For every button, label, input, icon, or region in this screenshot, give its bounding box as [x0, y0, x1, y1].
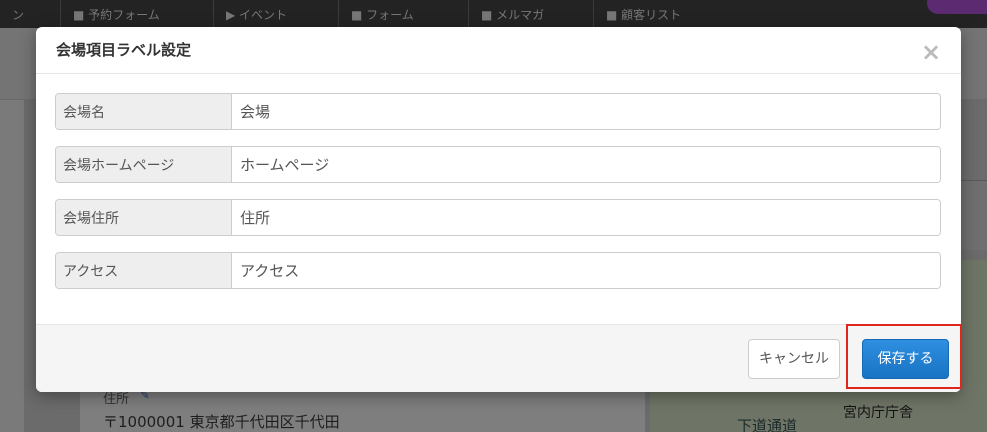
nav-tab-0[interactable]: ン — [0, 0, 60, 28]
dialog-header: 会場項目ラベル設定 × — [36, 27, 961, 74]
nav-tab-customer-list[interactable]: ■ 顧客リスト — [593, 0, 753, 28]
field-label-venue-address: 会場住所 — [56, 200, 232, 235]
field-access: アクセス — [55, 252, 941, 289]
dialog-title: 会場項目ラベル設定 — [56, 41, 192, 59]
background-edit-box — [958, 180, 987, 250]
save-button-highlight — [846, 324, 962, 389]
nav-tab-reservation-form[interactable]: ■ 予約フォーム — [60, 0, 213, 28]
address-value: 〒1000001 東京都千代田区千代田 — [103, 413, 340, 431]
field-label-access: アクセス — [56, 253, 232, 288]
venue-name-input[interactable] — [232, 94, 940, 129]
nav-account-pill[interactable] — [927, 0, 987, 14]
field-venue-homepage: 会場ホームページ — [55, 146, 941, 183]
dialog-body: 会場名 会場ホームページ 会場住所 アクセス — [36, 75, 961, 324]
nav-tab-mail-magazine[interactable]: ■ メルマガ — [468, 0, 593, 28]
nav-tab-event[interactable]: ▶ イベント — [213, 0, 338, 28]
map-label-agency: 宮内庁庁舎 — [843, 405, 913, 421]
venue-homepage-input[interactable] — [232, 147, 940, 182]
venue-address-input[interactable] — [232, 200, 940, 235]
field-venue-address: 会場住所 — [55, 199, 941, 236]
cancel-button[interactable]: キャンセル — [748, 339, 840, 379]
venue-label-settings-dialog: 会場項目ラベル設定 × 会場名 会場ホームページ 会場住所 アクセス キャンセル… — [36, 27, 961, 392]
field-label-venue-name: 会場名 — [56, 94, 232, 129]
access-input[interactable] — [232, 253, 940, 288]
top-navigation-bar: ン ■ 予約フォーム ▶ イベント ■ フォーム ■ メルマガ ■ 顧客リスト — [0, 0, 987, 28]
map-label-road: 下道通道 — [737, 417, 798, 432]
close-icon[interactable]: × — [921, 40, 941, 64]
nav-tab-form[interactable]: ■ フォーム — [338, 0, 468, 28]
field-label-venue-homepage: 会場ホームページ — [56, 147, 232, 182]
field-venue-name: 会場名 — [55, 93, 941, 130]
dialog-footer: キャンセル 保存する — [36, 324, 961, 392]
